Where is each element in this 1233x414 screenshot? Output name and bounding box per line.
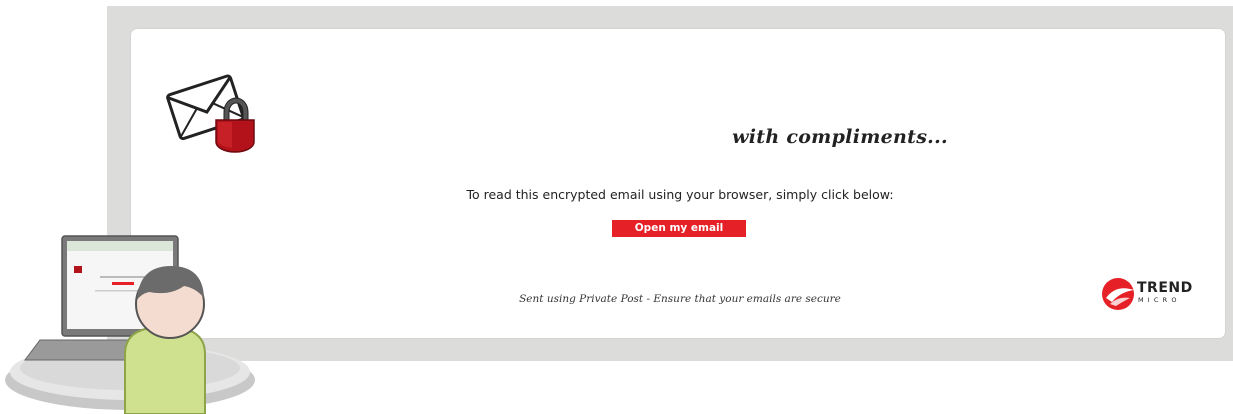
- open-email-button[interactable]: Open my email: [612, 220, 746, 237]
- brand-name-bottom: MICRO: [1138, 296, 1181, 304]
- tagline: with compliments...: [732, 126, 948, 148]
- email-card: [131, 29, 1225, 338]
- instruction-text: To read this encrypted email using your …: [466, 187, 894, 202]
- brand-name-top: TREND: [1137, 280, 1193, 296]
- envelope-lock-icon: [166, 74, 255, 153]
- footer-text: Sent using Private Post - Ensure that yo…: [519, 293, 841, 305]
- user-laptop-illustration: [5, 235, 255, 414]
